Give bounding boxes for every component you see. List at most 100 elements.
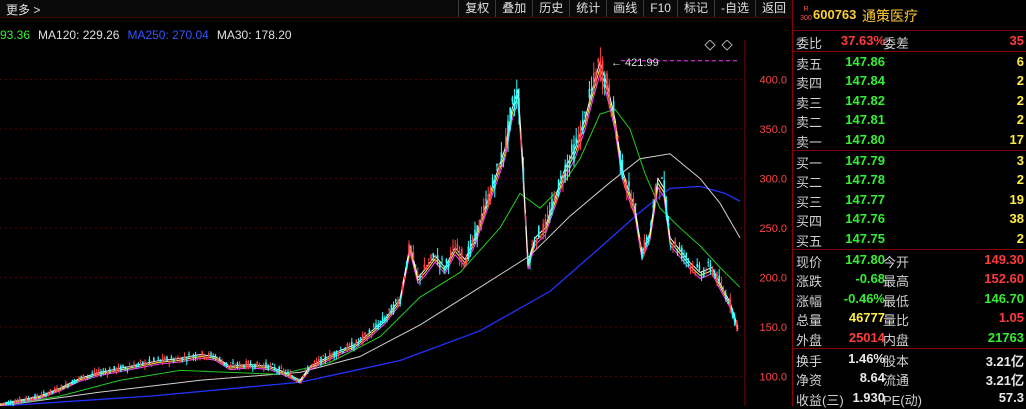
- candle-body: [494, 180, 496, 190]
- candle-body: [282, 370, 285, 373]
- candle-body: [91, 373, 93, 375]
- candle-body: [465, 259, 467, 265]
- candle-body: [54, 388, 56, 391]
- candle-body: [25, 396, 27, 401]
- candle-body: [498, 163, 500, 174]
- candle-body: [109, 369, 111, 373]
- candle-body: [278, 366, 280, 374]
- buys-row[interactable]: 买二 147.78 2: [793, 170, 1026, 190]
- toolbar-button-6[interactable]: 标记: [676, 0, 714, 17]
- stat-value: 21763: [987, 329, 1024, 345]
- candle-body: [344, 349, 346, 351]
- candle-body: [100, 372, 102, 376]
- sells-price: 147.84: [845, 73, 885, 89]
- more-menu-button[interactable]: 更多 >: [6, 1, 40, 18]
- candle-body: [461, 248, 463, 261]
- candle-body: [38, 397, 41, 399]
- toolbar-button-8[interactable]: 返回: [754, 0, 792, 17]
- sells-label: 卖四: [796, 76, 823, 92]
- candle-body: [357, 341, 360, 343]
- toolbar-button-2[interactable]: 历史: [532, 0, 569, 17]
- buys-volume: 2: [1016, 230, 1024, 246]
- toolbar-button-5[interactable]: F10: [643, 0, 677, 17]
- y-tick-label: 400.0: [759, 75, 787, 87]
- sells-row[interactable]: 卖二 147.81 2: [793, 110, 1026, 130]
- candle-body: [540, 237, 542, 239]
- diamond-icon[interactable]: [721, 40, 733, 51]
- sells-row[interactable]: 卖三 147.82 2: [793, 91, 1026, 111]
- candle-body: [293, 378, 296, 380]
- fundamental-value: 1.46%: [848, 350, 885, 366]
- candle-body: [366, 336, 368, 340]
- candle-body: [12, 403, 14, 405]
- candle-body: [509, 107, 511, 121]
- candle-body: [667, 223, 670, 227]
- candle-body: [40, 393, 43, 397]
- candle-body: [139, 360, 142, 362]
- candle-body: [665, 200, 668, 218]
- candle-body: [496, 163, 498, 167]
- fundamental-row: 换手 1.46% 股本 3.21亿: [793, 349, 1026, 369]
- sells-price: 147.80: [845, 131, 885, 147]
- candle-body: [225, 362, 228, 366]
- candle-body: [95, 371, 98, 374]
- candle-body: [368, 329, 371, 333]
- buys-row[interactable]: 买一 147.79 3: [793, 151, 1026, 171]
- candle-body: [131, 366, 133, 369]
- candle-body: [161, 356, 164, 362]
- candle-body: [716, 272, 718, 283]
- candle-body: [117, 365, 120, 371]
- fundamental-row: 收益(三) 1.930 PE(动) 57.3: [793, 388, 1026, 408]
- candle-body: [333, 351, 335, 357]
- candlestick-chart[interactable]: 100.0 150.0 200.0 250.0 300.0 350.0 400.0 ← 421…: [0, 40, 792, 406]
- candle-body: [709, 264, 712, 272]
- toolbar-button-4[interactable]: 画线: [606, 0, 643, 17]
- candle-body: [177, 357, 179, 359]
- candle-body: [694, 272, 696, 274]
- sells-row[interactable]: 卖五 147.86 6: [793, 52, 1026, 72]
- candle-body: [315, 360, 318, 363]
- candle-body: [489, 190, 492, 200]
- weicha-label: 委差: [883, 36, 910, 51]
- candle-body: [513, 100, 516, 107]
- candle-body: [62, 388, 65, 390]
- stat-row: 涨幅 -0.46% 最低 146.70: [793, 289, 1026, 309]
- sells-row[interactable]: 卖四 147.84 2: [793, 71, 1026, 91]
- buys-price: 147.79: [845, 152, 885, 168]
- stat-row: 涨跌 -0.68 最高 152.60: [793, 269, 1026, 289]
- candle-body: [423, 264, 426, 270]
- sells-price: 147.82: [845, 92, 885, 108]
- toolbar-button-7[interactable]: -自选: [713, 0, 755, 17]
- buys-row[interactable]: 买三 147.77 19: [793, 190, 1026, 210]
- sells-row[interactable]: 卖一 147.80 17: [793, 130, 1026, 150]
- sells-label: 卖三: [796, 95, 823, 111]
- toolbar-button-1[interactable]: 叠加: [495, 0, 532, 17]
- stock-name[interactable]: 通策医疗: [862, 6, 918, 26]
- diamond-icon[interactable]: [704, 40, 716, 51]
- candle-body: [531, 244, 533, 247]
- buys-row[interactable]: 买五 147.75 2: [793, 229, 1026, 249]
- buys-row[interactable]: 买四 147.76 38: [793, 209, 1026, 229]
- candle-body: [689, 265, 692, 270]
- candle-body: [276, 370, 278, 372]
- buys-volume: 3: [1016, 152, 1024, 168]
- sell-orders: 卖五 147.86 6 卖四 147.84 2 卖三 147.82 2 卖二 147.81 2 卖一 14…: [793, 50, 1026, 150]
- candle-body: [7, 401, 10, 405]
- candle-body: [522, 166, 525, 182]
- candle-body: [586, 117, 588, 121]
- candle-body: [718, 275, 720, 283]
- candle-body: [687, 260, 690, 263]
- candle-body: [260, 365, 263, 368]
- candle-body: [238, 363, 241, 369]
- toolbar-button-0[interactable]: 复权: [458, 0, 495, 17]
- candle-body: [263, 365, 265, 370]
- candle-body: [681, 247, 683, 259]
- candle-body: [5, 402, 8, 404]
- ma-short-white: [0, 59, 739, 405]
- toolbar-button-3[interactable]: 统计: [569, 0, 606, 17]
- candle-body: [612, 100, 615, 113]
- candle-body: [58, 390, 60, 392]
- candle-body: [73, 380, 76, 384]
- candle-body: [674, 240, 676, 246]
- stat-label: 涨跌: [796, 274, 823, 290]
